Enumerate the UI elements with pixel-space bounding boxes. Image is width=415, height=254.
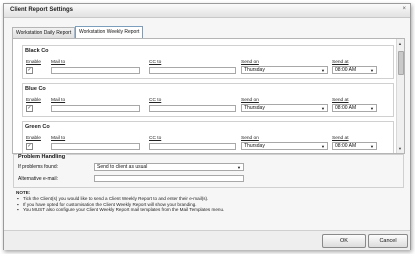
send-on-label: Send on — [241, 98, 259, 103]
send-at-select[interactable]: 08:00 AM ▼ — [332, 66, 377, 74]
send-on-select[interactable]: Thursday ▼ — [241, 66, 328, 74]
cc-to-label: CC to — [149, 98, 162, 103]
button-bar: OK Cancel — [4, 230, 410, 250]
client-name: Black Co — [25, 48, 49, 54]
cc-to-input[interactable] — [149, 143, 236, 150]
send-at-value: 08:00 AM — [335, 105, 357, 111]
send-at-label: Send at — [332, 98, 349, 103]
client-group: Blue Co Enable Mail to CC to Send on Sen… — [22, 83, 394, 117]
enable-checkbox[interactable]: ✓ — [26, 105, 33, 112]
dialog-title: Client Report Settings — [10, 7, 74, 13]
send-at-select[interactable]: 08:00 AM ▼ — [332, 142, 377, 150]
send-on-label: Send on — [241, 60, 259, 65]
client-report-settings-dialog: Client Report Settings × Workstation Dai… — [3, 3, 411, 250]
mail-to-label: Mail to — [51, 98, 66, 103]
chevron-down-icon: ▼ — [321, 144, 325, 149]
send-on-select[interactable]: Thursday ▼ — [241, 142, 328, 150]
title-bar: Client Report Settings × — [4, 4, 410, 18]
close-icon[interactable]: × — [402, 6, 406, 12]
mail-to-input[interactable] — [51, 105, 140, 112]
problem-handling-title: Problem Handling — [17, 154, 67, 160]
problem-handling-group: Problem Handling If problems found: Send… — [13, 154, 404, 188]
enable-label: Enable — [26, 98, 41, 103]
enable-checkbox[interactable]: ✓ — [26, 143, 33, 150]
send-at-label: Send at — [332, 60, 349, 65]
send-on-value: Thursday — [244, 67, 265, 73]
send-on-value: Thursday — [244, 143, 265, 149]
chevron-down-icon: ▼ — [321, 106, 325, 111]
cc-to-input[interactable] — [149, 105, 236, 112]
alternative-email-input[interactable] — [94, 175, 244, 182]
client-name: Blue Co — [25, 86, 46, 92]
if-problems-found-label: If problems found: — [18, 164, 59, 170]
send-on-select[interactable]: Thursday ▼ — [241, 104, 328, 112]
clients-panel: Black Co Enable Mail to CC to Send on Se… — [12, 38, 405, 154]
send-at-value: 08:00 AM — [335, 67, 357, 73]
send-on-label: Send on — [241, 136, 259, 141]
chevron-down-icon: ▼ — [321, 68, 325, 73]
chevron-down-icon: ▼ — [237, 165, 241, 170]
enable-label: Enable — [26, 60, 41, 65]
scroll-up-icon[interactable]: ▲ — [398, 41, 402, 46]
send-at-label: Send at — [332, 136, 349, 141]
chevron-down-icon: ▼ — [370, 106, 374, 111]
mail-to-label: Mail to — [51, 136, 66, 141]
client-name: Green Co — [25, 124, 50, 130]
client-group: Green Co Enable Mail to CC to Send on Se… — [22, 121, 394, 153]
send-at-select[interactable]: 08:00 AM ▼ — [332, 104, 377, 112]
if-problems-found-select[interactable]: Send to client as usual ▼ — [94, 163, 244, 171]
send-at-value: 08:00 AM — [335, 143, 357, 149]
scroll-thumb[interactable] — [398, 51, 404, 75]
chevron-down-icon: ▼ — [370, 68, 374, 73]
clients-scrollbar[interactable]: ▲ ▼ — [396, 39, 404, 153]
client-group: Black Co Enable Mail to CC to Send on Se… — [22, 45, 394, 79]
note-line: You MUST also configure your Client Week… — [16, 207, 224, 213]
enable-checkbox[interactable]: ✓ — [26, 67, 33, 74]
cc-to-input[interactable] — [149, 67, 236, 74]
cc-to-label: CC to — [149, 60, 162, 65]
alternative-email-label: Alternative e-mail: — [18, 176, 59, 182]
mail-to-input[interactable] — [51, 143, 140, 150]
enable-label: Enable — [26, 136, 41, 141]
chevron-down-icon: ▼ — [370, 144, 374, 149]
cancel-button[interactable]: Cancel — [368, 234, 408, 248]
mail-to-label: Mail to — [51, 60, 66, 65]
mail-to-input[interactable] — [51, 67, 140, 74]
note-section: NOTE: Tick the Client(s) you would like … — [16, 190, 224, 213]
scroll-down-icon[interactable]: ▼ — [398, 146, 402, 151]
if-problems-found-value: Send to client as usual — [97, 164, 148, 170]
ok-button[interactable]: OK — [322, 234, 366, 248]
send-on-value: Thursday — [244, 105, 265, 111]
cc-to-label: CC to — [149, 136, 162, 141]
